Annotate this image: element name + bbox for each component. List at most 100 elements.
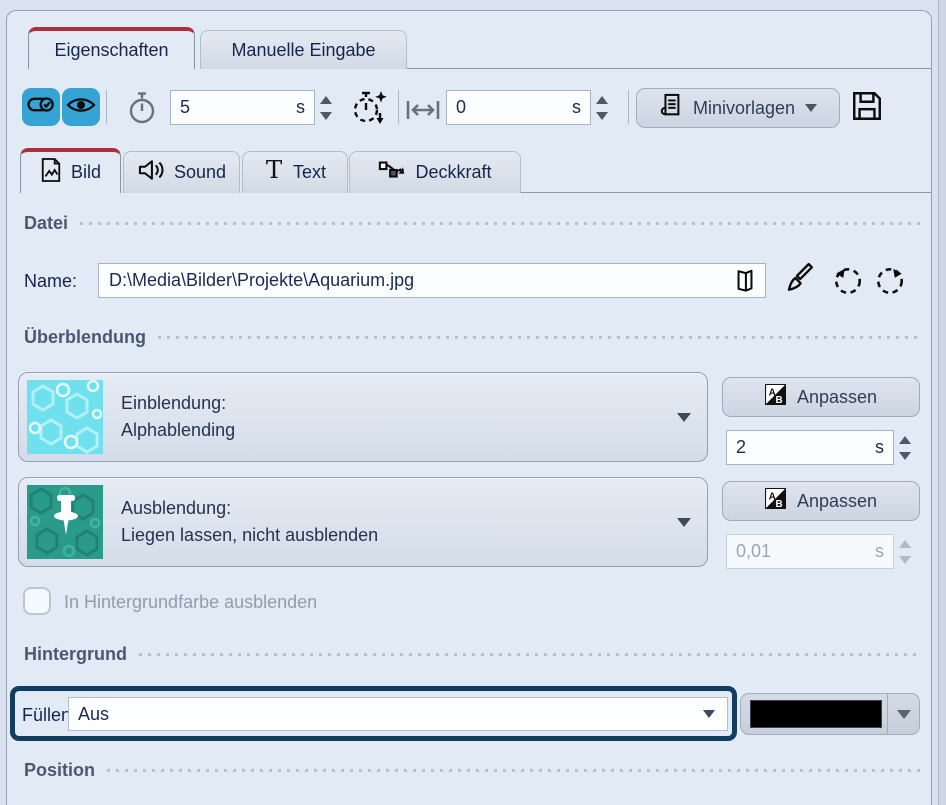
name-label: Name: [24, 271, 77, 292]
background-color-dropdown-button[interactable] [887, 694, 919, 734]
ausblendung-anpassen-button[interactable]: A B Anpassen [722, 481, 920, 521]
opacity-curve-icon [378, 158, 406, 187]
background-fade-checkbox[interactable] [23, 587, 51, 615]
properties-window: Eigenschaften Manuelle Eingabe [0, 0, 946, 805]
ausblendung-duration-spinner: 0,01 s [726, 534, 916, 569]
dotted-divider [158, 336, 922, 339]
panel-edge [938, 0, 946, 805]
anpassen-label: Anpassen [797, 387, 877, 408]
spin-down-button [899, 556, 911, 564]
tab-manuelle-eingabe[interactable]: Manuelle Eingabe [200, 30, 407, 69]
text-icon: T [264, 157, 284, 188]
duration-spinner[interactable]: 5 s [170, 90, 337, 125]
filename-value: D:\Media\Bilder\Projekte\Aquarium.jpg [99, 270, 733, 291]
ausblendung-duration-field: 0,01 s [726, 534, 894, 569]
toolbar-separator [106, 90, 107, 124]
ausblendung-duration-unit: s [875, 541, 884, 562]
edit-brush-button[interactable] [782, 264, 814, 296]
rotate-cw-button[interactable] [874, 266, 906, 298]
einblendung-duration-field[interactable]: 2 s [726, 430, 894, 465]
visibility-toggle-button[interactable] [62, 88, 100, 126]
filename-input[interactable]: D:\Media\Bilder\Projekte\Aquarium.jpg [98, 263, 766, 298]
ab-blend-icon: A B [765, 384, 786, 410]
section-title: Überblendung [24, 327, 146, 348]
rotate-ccw-button[interactable] [832, 266, 864, 298]
ausblendung-duration-value: 0,01 [736, 541, 875, 562]
tab-text[interactable]: T Text [242, 151, 348, 193]
spin-down-button[interactable] [899, 452, 911, 460]
background-color-button[interactable] [741, 694, 887, 734]
toggle-check-icon [27, 94, 56, 120]
random-duration-button[interactable] [348, 88, 390, 128]
ausblendung-thumbnail [27, 485, 103, 559]
tabstrip-line [521, 192, 931, 193]
pause-value: 0 [456, 97, 572, 118]
eye-icon [66, 95, 96, 120]
floppy-icon [850, 89, 884, 128]
spin-down-button[interactable] [596, 112, 608, 120]
ausblendung-label: Ausblendung: [121, 495, 659, 522]
minivorlagen-label: Minivorlagen [693, 98, 795, 119]
ausblendung-value: Liegen lassen, nicht ausblenden [121, 522, 659, 549]
ab-blend-icon: A B [765, 488, 786, 514]
section-title: Hintergrund [24, 644, 127, 665]
svg-text:B: B [775, 395, 782, 405]
stopwatch-icon [126, 91, 158, 125]
spin-up-button[interactable] [320, 96, 332, 104]
einblendung-duration-value: 2 [736, 437, 875, 458]
fuellen-combobox[interactable]: Aus [68, 697, 728, 731]
tab-bild[interactable]: Bild [20, 148, 121, 193]
background-fade-checkbox-label: In Hintergrundfarbe ausblenden [64, 592, 317, 613]
tab-label: Manuelle Eingabe [231, 40, 375, 61]
color-swatch [750, 700, 882, 728]
tab-label: Text [293, 162, 326, 183]
tab-label: Deckkraft [415, 162, 491, 183]
chevron-down-icon [703, 710, 715, 718]
einblendung-dropdown[interactable]: Einblendung: Alphablending [18, 372, 708, 462]
section-hintergrund: Hintergrund [24, 644, 922, 665]
chevron-down-icon [897, 710, 911, 719]
section-ueberblendung: Überblendung [24, 327, 922, 348]
spin-up-button[interactable] [899, 436, 911, 444]
link-duration-toggle-button[interactable] [22, 88, 60, 126]
duration-field[interactable]: 5 s [170, 90, 315, 125]
svg-text:B: B [775, 499, 782, 509]
toolbar-separator [398, 90, 399, 124]
anpassen-label: Anpassen [797, 491, 877, 512]
pause-spinner[interactable]: 0 s [446, 90, 613, 125]
minivorlagen-button[interactable]: Minivorlagen [636, 88, 840, 128]
einblendung-text: Einblendung: Alphablending [121, 390, 659, 444]
duration-unit: s [296, 97, 305, 118]
rotate-ccw-icon [832, 264, 864, 301]
duration-value: 5 [180, 97, 296, 118]
tab-sound[interactable]: Sound [123, 151, 240, 193]
ausblendung-text: Ausblendung: Liegen lassen, nicht ausble… [121, 495, 659, 549]
tab-deckkraft[interactable]: Deckkraft [349, 151, 521, 193]
ausblendung-dropdown[interactable]: Ausblendung: Liegen lassen, nicht ausble… [18, 477, 708, 567]
brush-icon [782, 262, 814, 299]
tab-eigenschaften[interactable]: Eigenschaften [28, 27, 195, 69]
einblendung-value: Alphablending [121, 417, 659, 444]
tab-label: Sound [174, 162, 226, 183]
folder-open-button[interactable] [733, 267, 765, 294]
einblendung-duration-spinner[interactable]: 2 s [726, 430, 916, 465]
image-icon [40, 157, 62, 188]
section-position: Position [24, 760, 922, 781]
spin-down-button[interactable] [320, 112, 332, 120]
spin-up-button[interactable] [596, 96, 608, 104]
chevron-down-icon [677, 518, 691, 527]
section-datei: Datei [24, 213, 922, 234]
fuellen-value: Aus [69, 704, 703, 725]
save-button[interactable] [850, 91, 884, 125]
einblendung-anpassen-button[interactable]: A B Anpassen [722, 377, 920, 417]
dotted-divider [139, 653, 922, 656]
pause-field[interactable]: 0 s [446, 90, 591, 125]
tab-label: Bild [71, 162, 101, 183]
einblendung-thumbnail [27, 380, 103, 454]
svg-text:T: T [266, 157, 283, 183]
pause-unit: s [572, 97, 581, 118]
einblendung-label: Einblendung: [121, 390, 659, 417]
speaker-icon [137, 158, 165, 187]
chevron-down-icon [805, 104, 817, 112]
pause-width-icon [404, 98, 442, 122]
